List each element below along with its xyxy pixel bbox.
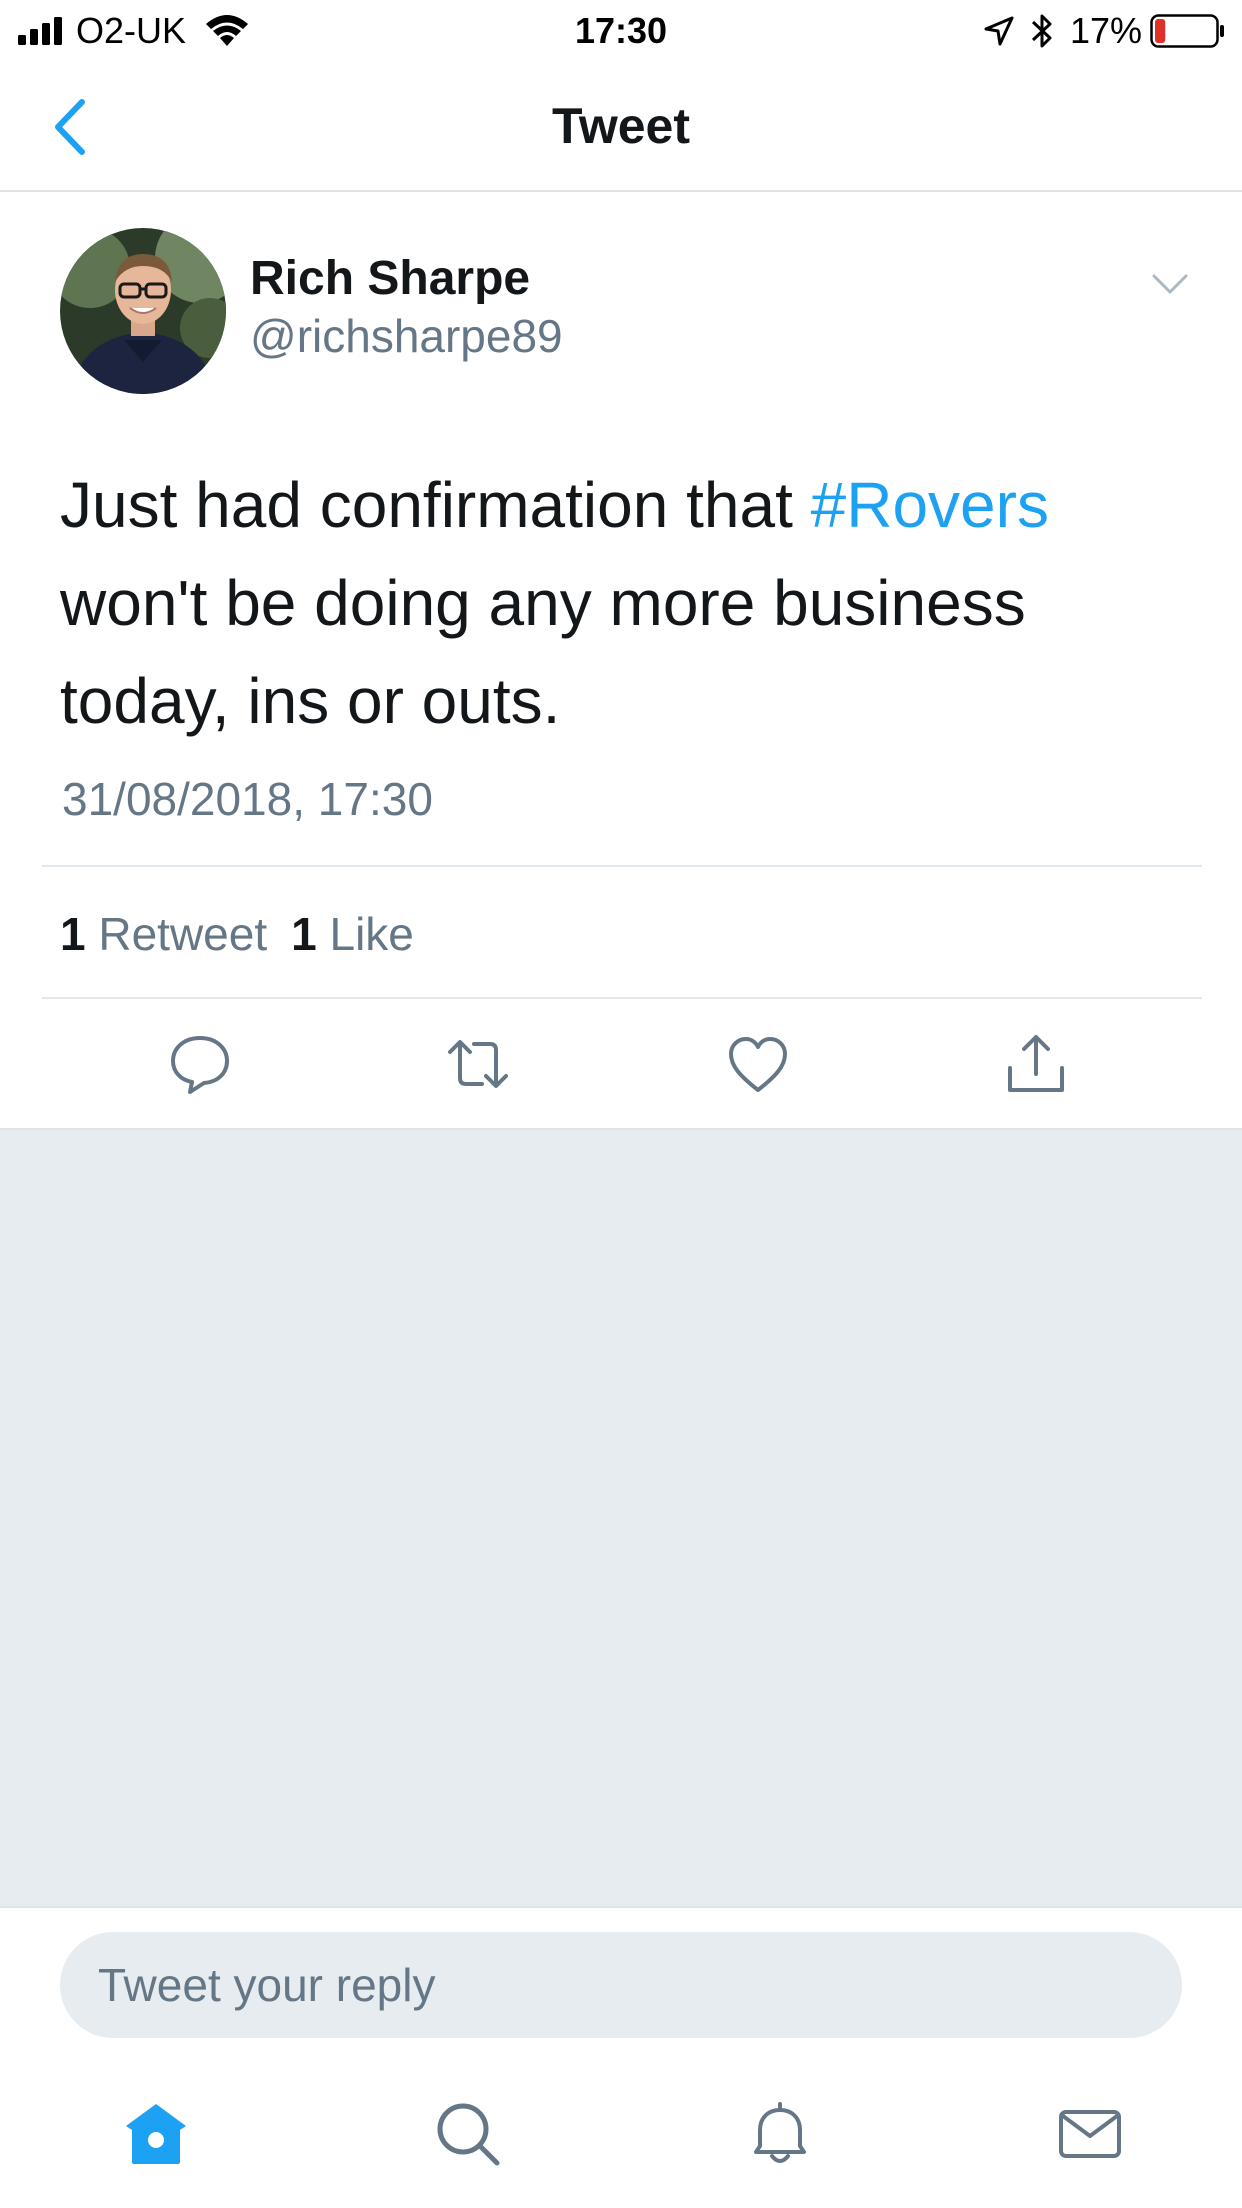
navigation-bar: Tweet [0,62,1242,192]
tweet-text-before: Just had confirmation that [60,469,811,541]
battery-percentage: 17% [1070,10,1143,51]
notifications-icon[interactable] [746,2100,814,2168]
author-name[interactable]: Rich Sharpe [250,250,530,308]
like-stat[interactable]: 1 Like [291,908,414,960]
reply-icon[interactable] [168,1032,232,1096]
bluetooth-icon [1031,14,1052,48]
status-time: 17:30 [574,10,668,51]
reply-input[interactable] [60,1932,1182,2038]
retweet-label: Retweet [98,908,268,960]
divider [42,997,1202,999]
home-icon[interactable] [122,2100,190,2168]
tweet-timestamp: 31/08/2018, 17:30 [62,773,433,825]
avatar-photo [60,228,226,394]
retweet-stat[interactable]: 1 Retweet [60,908,267,960]
battery-icon [1150,14,1224,48]
chevron-down-icon[interactable] [1150,270,1190,298]
tweet-text-after: won't be doing any more business today, … [60,567,1026,737]
like-label: Like [329,908,414,960]
search-icon[interactable] [434,2100,502,2168]
hashtag-link[interactable]: #Rovers [811,469,1049,541]
author-avatar[interactable] [60,228,226,394]
replies-area [0,1128,1242,1906]
tweet-stats: 1 Retweet 1 Like [60,904,414,964]
retweet-icon[interactable] [446,1032,510,1096]
location-arrow-icon [984,16,1014,46]
divider [42,865,1202,867]
status-bar: O2-UK 17:30 17% [0,0,1242,62]
page-title: Tweet [552,98,690,154]
messages-icon[interactable] [1056,2100,1124,2168]
retweet-count: 1 [60,908,86,960]
like-icon[interactable] [726,1032,790,1096]
like-count: 1 [291,908,317,960]
author-handle[interactable]: @richsharpe89 [250,308,563,364]
share-icon[interactable] [1004,1032,1068,1096]
tweet-text: Just had confirmation that #Rovers won't… [60,456,1180,750]
